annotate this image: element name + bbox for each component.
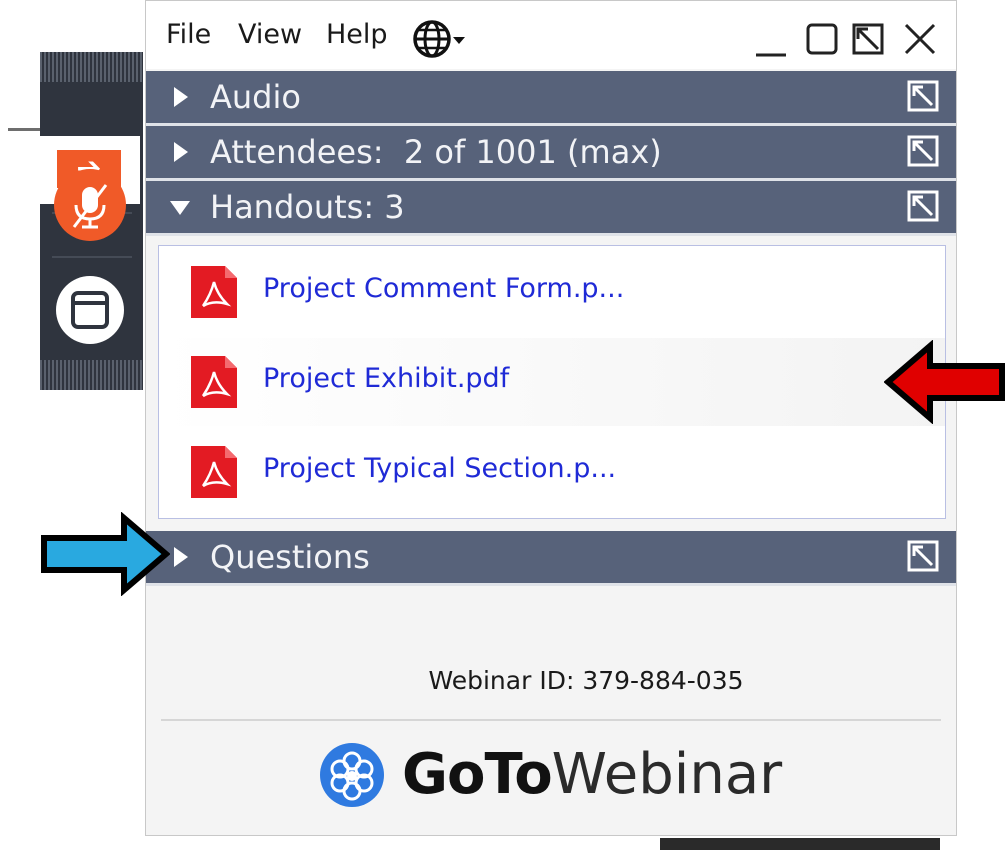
grab-tab-divider: [52, 256, 132, 258]
handout-item[interactable]: Project Comment Form.p...: [159, 248, 945, 336]
handout-name[interactable]: Project Exhibit.pdf: [263, 358, 509, 400]
menu-view[interactable]: View: [238, 15, 302, 55]
brand-wordmark: GoToWebinar: [402, 735, 782, 815]
control-panel: File View Help Audio Attendees: 2 of 100…: [145, 0, 957, 836]
popout-icon[interactable]: [906, 189, 940, 223]
section-title: Handouts: 3: [210, 188, 405, 226]
control-grab-tab: ➔: [40, 52, 143, 390]
background-taskbar-fragment: [660, 838, 940, 850]
handout-item[interactable]: Project Typical Section.p...: [159, 428, 945, 516]
maximize-icon[interactable]: [800, 17, 844, 61]
section-title: Questions: [210, 538, 370, 576]
section-header-questions[interactable]: Questions: [146, 531, 956, 586]
webinar-id: Webinar ID: 379-884-035: [428, 666, 744, 695]
expand-arrow-icon: [174, 87, 188, 107]
microphone-muted-icon: [72, 184, 108, 229]
pdf-file-icon: [191, 266, 237, 318]
menu-help[interactable]: Help: [326, 15, 388, 55]
section-header-audio[interactable]: Audio: [146, 71, 956, 126]
section-header-attendees[interactable]: Attendees: 2 of 1001 (max): [146, 126, 956, 181]
section-title: Attendees: 2 of 1001 (max): [210, 133, 662, 171]
menu-file[interactable]: File: [166, 15, 211, 55]
gotowebinar-logo: GoToWebinar: [318, 735, 782, 815]
popout-icon[interactable]: [906, 134, 940, 168]
collapse-arrow-icon: [170, 201, 190, 215]
handout-name[interactable]: Project Typical Section.p...: [263, 448, 616, 490]
popout-icon[interactable]: [906, 539, 940, 573]
handout-name[interactable]: Project Comment Form.p...: [263, 268, 624, 310]
handouts-list: Project Comment Form.p... Project Exhibi…: [158, 245, 946, 519]
pdf-file-icon: [191, 446, 237, 498]
handout-item[interactable]: Project Exhibit.pdf: [159, 338, 945, 426]
expand-arrow-icon: [174, 142, 188, 162]
footer-divider: [161, 719, 941, 721]
close-icon[interactable]: [898, 17, 942, 61]
microphone-muted-button[interactable]: [54, 169, 126, 241]
expand-arrow-icon: [174, 547, 188, 567]
window-view-button[interactable]: [56, 276, 124, 344]
minimize-icon[interactable]: [750, 17, 794, 61]
window-view-icon: [71, 291, 109, 329]
blue-annotation-arrow-icon: [41, 512, 170, 596]
section-header-handouts[interactable]: Handouts: 3: [146, 181, 956, 236]
popout-icon[interactable]: [846, 17, 890, 61]
gotowebinar-logo-icon: [320, 743, 384, 807]
background-window-line: [8, 128, 42, 131]
pdf-file-icon: [191, 356, 237, 408]
brand-goto: GoTo: [402, 742, 553, 807]
menu-bar: File View Help: [146, 1, 956, 69]
drag-grip-top[interactable]: [40, 52, 143, 82]
section-title: Audio: [210, 78, 301, 116]
globe-dropdown-icon[interactable]: [412, 19, 466, 59]
drag-grip-bottom[interactable]: [40, 360, 143, 390]
red-annotation-arrow-icon: [884, 340, 1005, 424]
brand-webinar: Webinar: [551, 742, 783, 807]
popout-icon[interactable]: [906, 79, 940, 113]
